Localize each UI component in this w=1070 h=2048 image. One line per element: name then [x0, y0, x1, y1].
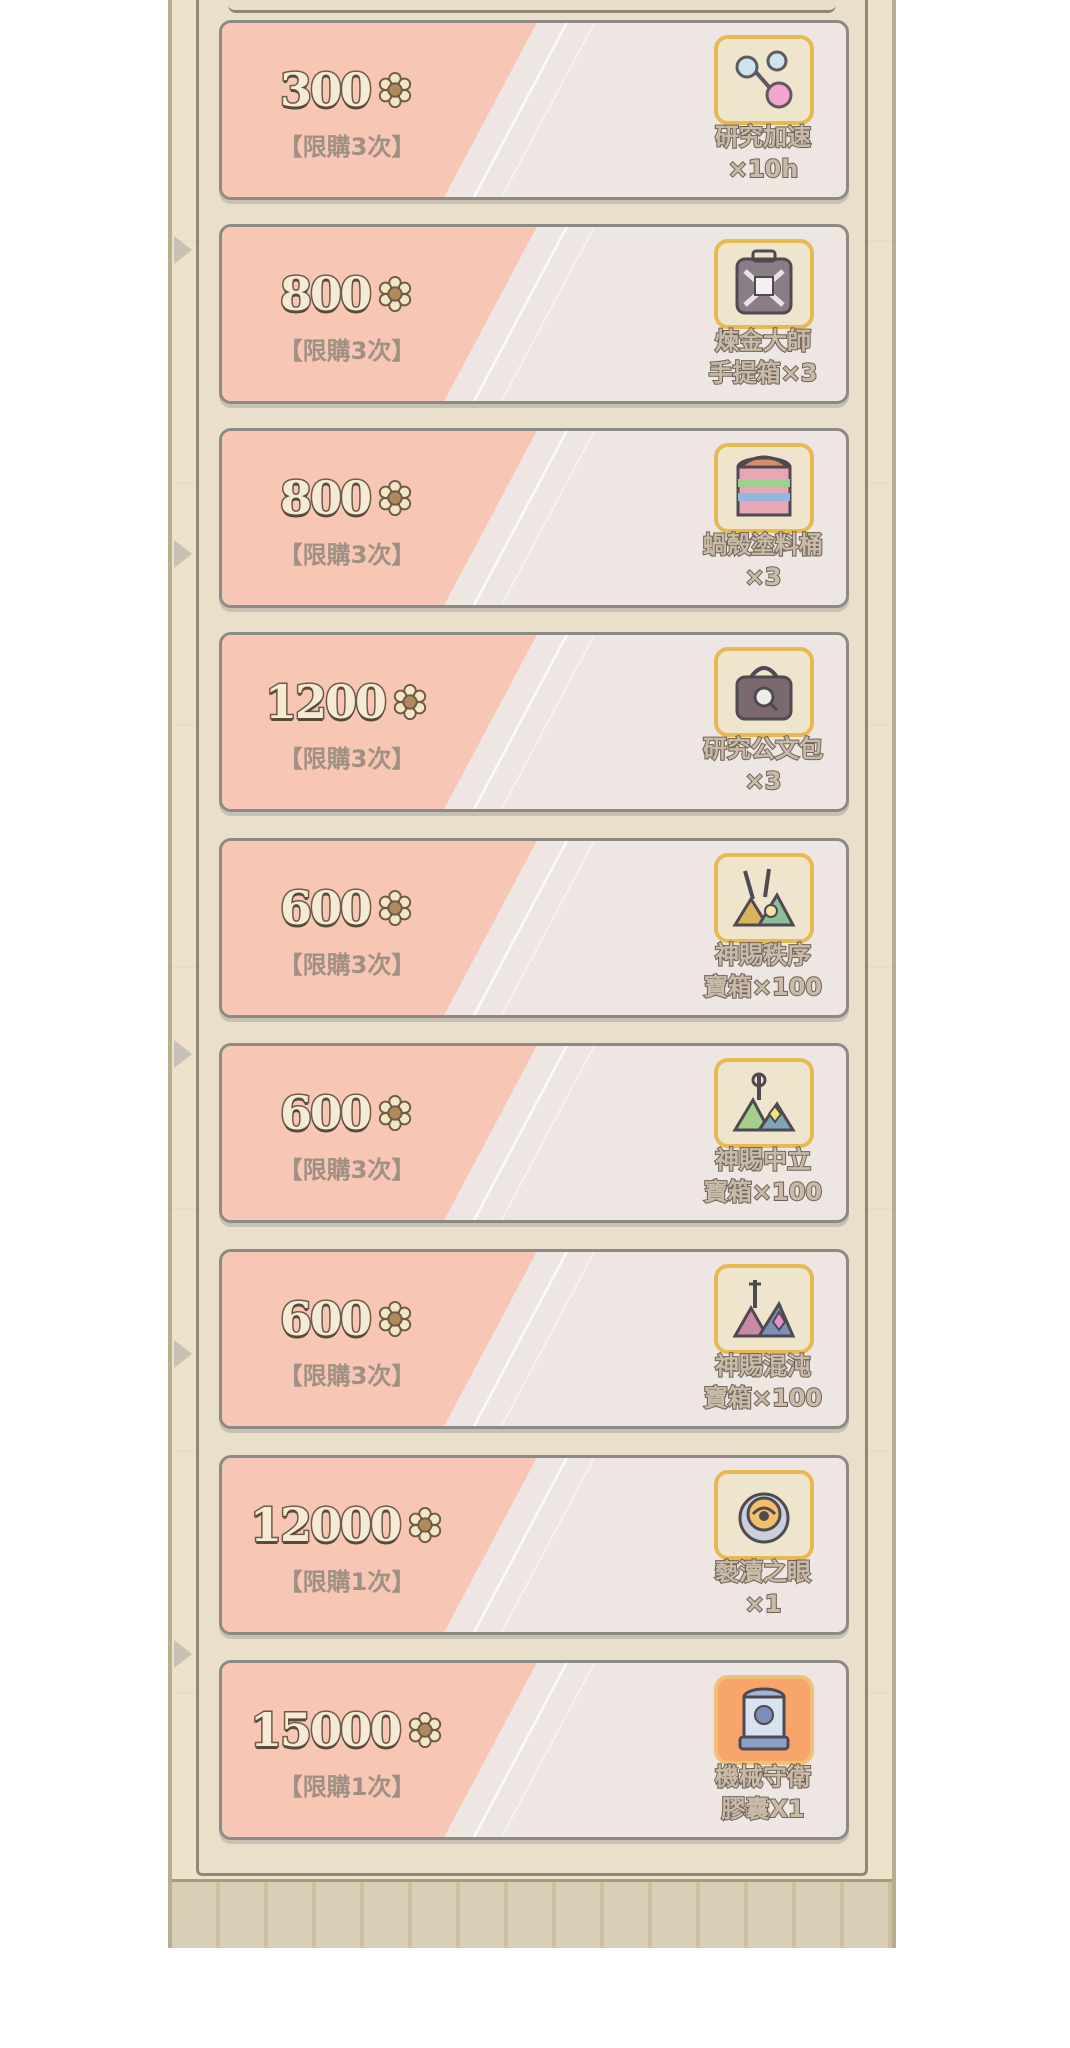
item-name: 研究加速 ×10h [714, 122, 812, 184]
item-name: 褻瀆之眼 ×1 [714, 1557, 812, 1619]
flower-currency-icon [378, 71, 412, 109]
price-value: 800 [278, 266, 373, 323]
flower-currency-icon [393, 683, 427, 721]
decor-flag-icon [174, 236, 192, 264]
mech-guard-capsule-icon [714, 1675, 814, 1765]
price-row: 12000 [222, 1497, 472, 1554]
flower-currency-icon [378, 275, 412, 313]
shop-item-neutral-chest[interactable]: 600 【限購3次】 神賜中立 寶箱×100 [219, 1043, 849, 1223]
price-row: 600 [222, 880, 472, 937]
item-name: 機械守衛 膠囊X1 [714, 1762, 812, 1824]
item-name: 研究公文包 ×3 [702, 734, 824, 796]
paint-bucket-icon [714, 443, 814, 533]
item-name: 煉金大師 手提箱×3 [708, 326, 819, 388]
price-value: 15000 [248, 1702, 403, 1759]
price-row: 600 [222, 1291, 472, 1348]
chaos-chest-icon [714, 1264, 814, 1354]
flower-currency-icon [408, 1711, 442, 1749]
profane-eye-icon [714, 1470, 814, 1560]
neutral-chest-icon [714, 1058, 814, 1148]
purchase-limit: 【限購3次】 [278, 951, 416, 979]
flower-currency-icon [378, 479, 412, 517]
shop-item-order-chest[interactable]: 600 【限購3次】 神賜秩序 寶箱×100 [219, 838, 849, 1018]
alchemist-suitcase-icon [714, 239, 814, 329]
frame-bottom-trim [172, 1879, 892, 1948]
panel-top-edge [228, 0, 836, 13]
purchase-limit: 【限購3次】 [278, 745, 416, 773]
flower-currency-icon [378, 1094, 412, 1132]
purchase-limit: 【限購3次】 [278, 1362, 416, 1390]
flower-currency-icon [378, 889, 412, 927]
briefcase-icon [714, 647, 814, 737]
price-row: 800 [222, 470, 472, 527]
decor-flag-icon [174, 1340, 192, 1368]
shop-item-mech-guard-capsule[interactable]: 15000 【限購1次】 機械守衛 膠囊X1 [219, 1660, 849, 1840]
item-name: 神賜混沌 寶箱×100 [703, 1351, 823, 1413]
decor-flag-icon [174, 1040, 192, 1068]
shop-item-profane-eye[interactable]: 12000 【限購1次】 褻瀆之眼 ×1 [219, 1455, 849, 1635]
flower-currency-icon [378, 1300, 412, 1338]
shop-item-chaos-chest[interactable]: 600 【限購3次】 神賜混沌 寶箱×100 [219, 1249, 849, 1429]
item-name: 蝸殼塗料桶 ×3 [702, 530, 824, 592]
purchase-limit: 【限購3次】 [278, 133, 416, 161]
shop-item-research-speedup[interactable]: 300 【限購3次】 研究加速 ×10h [219, 20, 849, 200]
price-value: 600 [278, 880, 373, 937]
price-row: 600 [222, 1085, 472, 1142]
price-value: 600 [278, 1085, 373, 1142]
shop-item-alchemist-suitcase[interactable]: 800 【限購3次】 煉金大師 手提箱×3 [219, 224, 849, 404]
item-name: 神賜秩序 寶箱×100 [703, 940, 823, 1002]
shop-item-paint-bucket[interactable]: 800 【限購3次】 蝸殼塗料桶 ×3 [219, 428, 849, 608]
research-potion-icon [714, 35, 814, 125]
price-row: 300 [222, 62, 472, 119]
flower-currency-icon [408, 1506, 442, 1544]
purchase-limit: 【限購3次】 [278, 541, 416, 569]
purchase-limit: 【限購1次】 [278, 1568, 416, 1596]
price-value: 300 [278, 62, 373, 119]
price-value: 800 [278, 470, 373, 527]
price-row: 1200 [222, 674, 472, 731]
decor-flag-icon [174, 1640, 192, 1668]
item-name: 神賜中立 寶箱×100 [703, 1145, 823, 1207]
purchase-limit: 【限購3次】 [278, 1156, 416, 1184]
price-row: 15000 [222, 1702, 472, 1759]
decor-flag-icon [174, 540, 192, 568]
purchase-limit: 【限購3次】 [278, 337, 416, 365]
price-row: 800 [222, 266, 472, 323]
price-value: 600 [278, 1291, 373, 1348]
price-value: 12000 [248, 1497, 403, 1554]
shop-item-research-briefcase[interactable]: 1200 【限購3次】 研究公文包 ×3 [219, 632, 849, 812]
order-chest-icon [714, 853, 814, 943]
price-value: 1200 [263, 674, 388, 731]
purchase-limit: 【限購1次】 [278, 1773, 416, 1801]
